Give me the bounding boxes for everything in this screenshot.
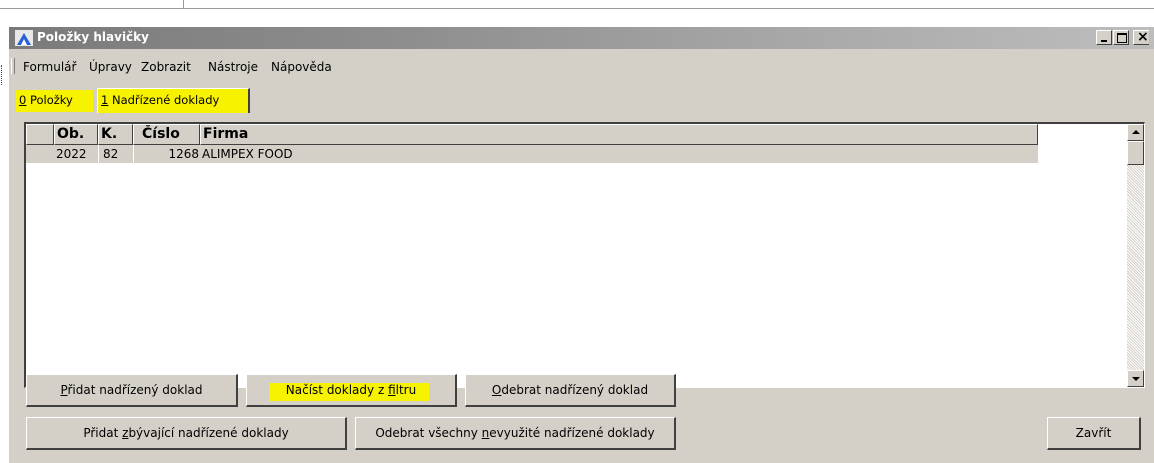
remove-parent-document-label: Odebrat nadřízený doklad (491, 383, 649, 397)
close-button[interactable]: × (1133, 29, 1149, 45)
top-edge-line (0, 8, 1154, 9)
row-indicator-header[interactable] (26, 124, 54, 145)
menu-upravy[interactable]: Úpravy (89, 60, 132, 74)
load-from-filter-label: Načíst doklady z filtru (285, 383, 417, 397)
arrow-up-icon (1132, 130, 1140, 134)
documents-grid[interactable]: Ob. K. Číslo Firma 2022 82 1268 ALIMPEX … (24, 122, 1145, 388)
dialog-window: Položky hlavičky × Formulář Úpravy Zobra… (1, 26, 1154, 463)
top-edge-mark (183, 0, 184, 8)
close-icon: × (1137, 29, 1149, 45)
cell-cislo: 1268 (168, 147, 199, 161)
cell-ob: 2022 (56, 147, 87, 161)
column-cislo[interactable]: Číslo (133, 124, 200, 145)
arrow-down-icon (1132, 377, 1140, 381)
add-parent-document-button[interactable]: Přidat nadřízený doklad (26, 374, 238, 407)
menu-zobrazit[interactable]: Zobrazit (141, 60, 191, 74)
cell-separator (98, 145, 99, 163)
menu-bar: Formulář Úpravy Zobrazit Nástroje Nápově… (9, 54, 1154, 76)
vertical-scrollbar[interactable] (1127, 124, 1144, 387)
remove-parent-document-button[interactable]: Odebrat nadřízený doklad (465, 374, 676, 407)
add-parent-document-label: Přidat nadřízený doklad (60, 383, 203, 397)
menu-napoveda[interactable]: Nápověda (271, 60, 332, 74)
grid-header: Ob. K. Číslo Firma (26, 124, 1038, 145)
scroll-down-button[interactable] (1127, 370, 1144, 387)
add-remaining-documents-button[interactable]: Přidat zbývající nadřízené doklady (26, 417, 347, 450)
table-row[interactable]: 2022 82 1268 ALIMPEX FOOD (26, 145, 1038, 163)
tab-nadrizene-label: Nadřízené doklady (108, 93, 220, 107)
title-bar[interactable]: Položky hlavičky × (9, 27, 1154, 49)
load-from-filter-button[interactable]: Načíst doklady z filtru (246, 374, 457, 407)
window-title: Položky hlavičky (37, 30, 149, 44)
menu-formular[interactable]: Formulář (23, 60, 76, 74)
tab-polozky[interactable]: 0 Položky (16, 90, 93, 112)
maximize-button[interactable] (1113, 30, 1129, 45)
menu-nastroje[interactable]: Nástroje (208, 60, 258, 74)
remove-unused-documents-label: Odebrat všechny nevyužité nadřízené dokl… (375, 426, 655, 440)
scroll-up-button[interactable] (1127, 124, 1144, 141)
tab-nadrizene-doklady[interactable]: 1 Nadřízené doklady (97, 88, 250, 113)
maximize-icon (1117, 33, 1127, 43)
column-ob[interactable]: Ob. (54, 124, 98, 145)
column-k[interactable]: K. (98, 124, 133, 145)
column-firma[interactable]: Firma (200, 124, 1038, 145)
cell-firma: ALIMPEX FOOD (202, 147, 293, 161)
app-icon (15, 30, 33, 46)
scroll-thumb[interactable] (1127, 141, 1144, 165)
tab-polozky-label: Položky (26, 93, 73, 107)
minimize-button[interactable] (1096, 30, 1112, 45)
close-dialog-button[interactable]: Zavřít (1047, 417, 1141, 450)
menu-grip[interactable] (11, 58, 15, 74)
minimize-icon (1101, 40, 1107, 42)
remove-unused-documents-button[interactable]: Odebrat všechny nevyužité nadřízené dokl… (355, 417, 676, 450)
close-dialog-label: Zavřít (1075, 426, 1112, 440)
cell-k: 82 (103, 147, 119, 161)
toolbar-grip (1, 65, 5, 85)
add-remaining-documents-label: Přidat zbývající nadřízené doklady (83, 426, 289, 440)
